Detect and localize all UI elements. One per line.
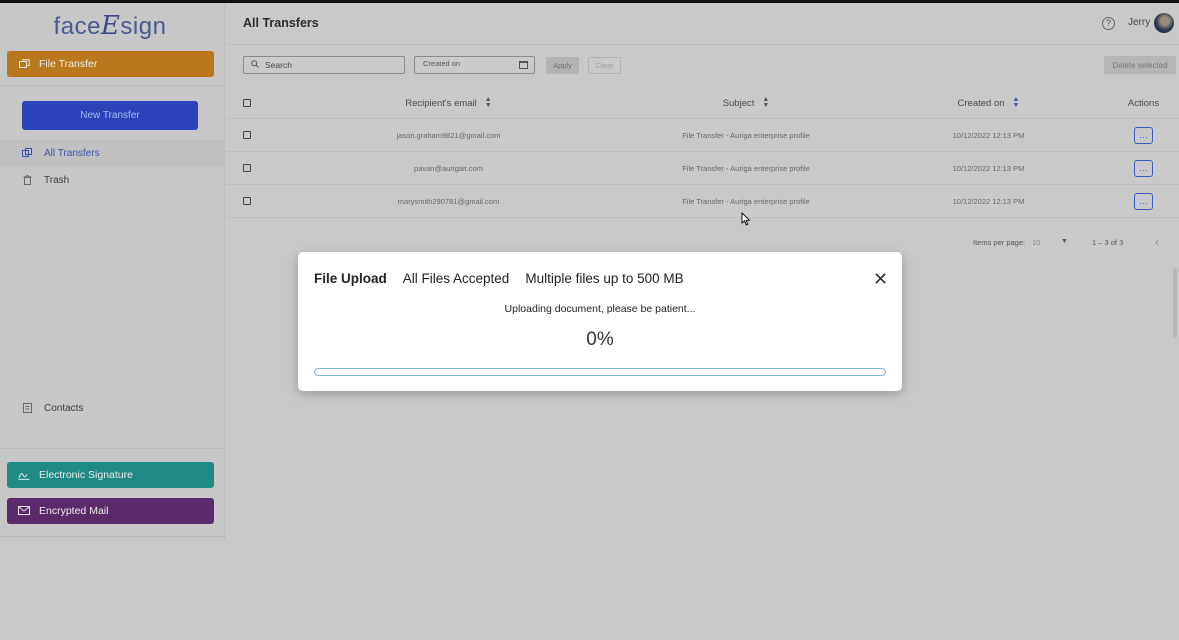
upload-percent: 0% (586, 329, 614, 350)
file-transfer-icon (17, 57, 31, 71)
mouse-cursor-icon (741, 212, 751, 226)
page-title: All Transfers (243, 16, 319, 30)
logo-suffix: sign (120, 13, 167, 40)
column-label: Recipient's email (405, 97, 477, 109)
file-transfer-button[interactable]: File Transfer (7, 51, 214, 77)
electronic-signature-label: Electronic Signature (39, 469, 133, 481)
items-per-page-label: Items per page: (973, 238, 1026, 247)
select-all-checkbox[interactable] (242, 88, 252, 118)
file-upload-dialog: File Upload All Files Accepted Multiple … (298, 252, 902, 391)
file-limit-text: Multiple files up to 500 MB (525, 271, 684, 286)
dialog-header: File Upload All Files Accepted Multiple … (314, 271, 684, 286)
close-icon[interactable]: ✕ (873, 270, 888, 288)
row-created-on: 10/12/2022 12:13 PM (952, 163, 1025, 173)
new-transfer-button[interactable]: New Transfer (22, 101, 198, 130)
signature-icon (17, 468, 31, 482)
row-email: jason.graham9821@gmail.com (396, 130, 501, 140)
row-actions: … (1116, 119, 1171, 151)
more-actions-button[interactable]: … (1134, 159, 1153, 177)
table-row[interactable]: marysmith290781@gmail.com File Transfer … (226, 185, 1179, 218)
previous-page-icon[interactable]: ‹ (1155, 235, 1159, 249)
transfers-table: Recipient's email ▲ ▼ Subject ▲ ▼ Created … (226, 88, 1179, 218)
row-subject: File Transfer - Auriga enterprise profil… (682, 163, 810, 173)
table-row[interactable]: pavan@aurigait.com File Transfer - Aurig… (226, 152, 1179, 185)
row-checkbox[interactable] (242, 185, 252, 217)
sidebar-item-label: Contacts (44, 402, 84, 414)
table-header: Recipient's email ▲ ▼ Subject ▲ ▼ Created … (226, 88, 1179, 119)
main-header: All Transfers ? Jerry (226, 3, 1179, 45)
row-created-on: 10/12/2022 12:13 PM (952, 196, 1025, 206)
search-placeholder: Search (265, 60, 292, 70)
row-email: marysmith290781@gmail.com (397, 196, 500, 206)
sidebar-item-all-transfers[interactable]: All Transfers (0, 140, 225, 166)
upload-progress-bar (314, 368, 886, 376)
column-header-email[interactable]: Recipient's email ▲ ▼ (356, 88, 541, 118)
avatar[interactable] (1154, 13, 1174, 33)
delete-selected-button[interactable]: Delete selected (1104, 56, 1176, 74)
contacts-icon (20, 403, 34, 413)
column-label: Subject (722, 97, 755, 109)
logo-mark: E (100, 11, 121, 41)
sidebar: faceEsign File Transfer New Transfer All… (0, 3, 225, 540)
sidebar-item-label: Trash (44, 174, 70, 186)
user-name[interactable]: Jerry (1128, 17, 1150, 28)
sidebar-divider (0, 85, 225, 86)
sidebar-item-label: All Transfers (44, 147, 100, 159)
more-actions-button[interactable]: … (1134, 192, 1153, 210)
row-created-on: 10/12/2022 12:13 PM (952, 130, 1025, 140)
scrollbar[interactable] (1173, 268, 1177, 338)
sidebar-divider (0, 448, 225, 449)
column-header-subject[interactable]: Subject ▲ ▼ (646, 88, 846, 118)
search-input[interactable]: Search (243, 56, 405, 74)
sort-icon[interactable]: ▲ ▼ (485, 96, 492, 109)
items-per-page-select[interactable]: 10 (1032, 238, 1040, 247)
trash-icon (20, 175, 34, 185)
column-label: Created on (957, 97, 1005, 109)
row-subject: File Transfer - Auriga enterprise profil… (682, 130, 810, 140)
sidebar-item-contacts[interactable]: Contacts (0, 395, 225, 421)
apply-button[interactable]: Apply (546, 57, 579, 74)
column-header-actions: Actions (1127, 97, 1160, 109)
accepted-files-text: All Files Accepted (402, 271, 510, 286)
sidebar-divider (0, 536, 225, 537)
dialog-title: File Upload (314, 271, 387, 286)
row-email: pavan@aurigait.com (414, 163, 483, 173)
upload-status-message: Uploading document, please be patient... (504, 303, 696, 315)
row-actions: … (1116, 185, 1171, 217)
dropdown-arrow-icon[interactable]: ▼ (1061, 238, 1068, 245)
encrypted-mail-label: Encrypted Mail (39, 505, 109, 517)
row-actions: … (1116, 152, 1171, 184)
page-range: 1 – 3 of 3 (1092, 238, 1124, 247)
app-logo[interactable]: faceEsign (0, 11, 220, 41)
row-checkbox[interactable] (242, 152, 252, 184)
created-on-placeholder: Created on (423, 59, 461, 68)
more-actions-button[interactable]: … (1134, 126, 1153, 144)
sidebar-item-trash[interactable]: Trash (0, 167, 225, 193)
paginator: Items per page: 10 ▼ 1 – 3 of 3 ‹ (226, 232, 1179, 252)
electronic-signature-button[interactable]: Electronic Signature (7, 462, 214, 488)
logo-prefix: face (53, 13, 101, 40)
transfers-icon (20, 148, 34, 158)
clear-button[interactable]: Clear (588, 57, 621, 74)
file-transfer-label: File Transfer (39, 58, 98, 70)
created-on-date-field[interactable]: Created on (414, 56, 535, 74)
calendar-icon[interactable] (519, 61, 528, 69)
help-icon[interactable]: ? (1102, 17, 1115, 30)
search-icon (251, 60, 259, 70)
sort-icon[interactable]: ▲ ▼ (762, 96, 769, 109)
encrypted-mail-button[interactable]: Encrypted Mail (7, 498, 214, 524)
table-row[interactable]: jason.graham9821@gmail.com File Transfer… (226, 119, 1179, 152)
column-header-created-on[interactable]: Created on ▲ ▼ (931, 88, 1046, 118)
mail-lock-icon (17, 504, 31, 518)
row-checkbox[interactable] (242, 119, 252, 151)
sort-icon[interactable]: ▲ ▼ (1013, 96, 1020, 109)
